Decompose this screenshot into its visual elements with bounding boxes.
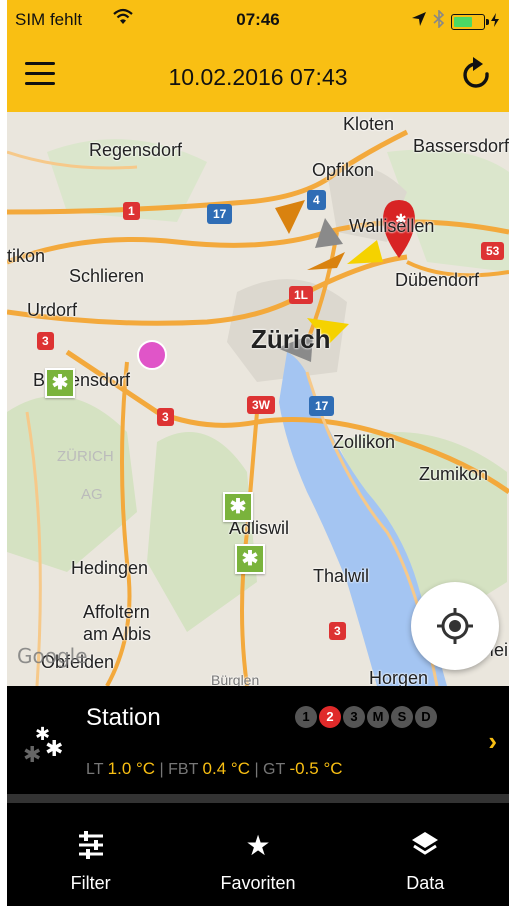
gt-label: GT	[263, 761, 285, 778]
level-badge: 3	[343, 706, 365, 728]
level-badge: 1	[295, 706, 317, 728]
crosshair-icon	[437, 608, 473, 644]
map-place: Kloten	[343, 114, 395, 134]
svg-text:✱: ✱	[23, 743, 41, 768]
map-place: Bürglen	[211, 672, 260, 686]
level-badge: D	[415, 706, 437, 728]
map-place: Bassersdorf	[413, 136, 509, 156]
tab-favoriten[interactable]: ★ Favoriten	[174, 803, 341, 906]
station-marker[interactable]: ✱	[223, 492, 253, 522]
map-place: ZÜRICH	[57, 448, 114, 465]
level-badge: M	[367, 706, 389, 728]
map-place: Horgen	[369, 668, 429, 686]
status-right	[411, 9, 499, 33]
station-marker[interactable]: ✱	[45, 368, 75, 398]
google-attribution: Google	[17, 644, 88, 668]
road-shield: 17	[309, 396, 335, 416]
fbt-value: 0.4 °C	[202, 759, 250, 778]
tab-bar: Filter ★ Favoriten Data	[7, 803, 509, 906]
panel-divider	[7, 794, 509, 803]
star-icon: ★	[245, 829, 271, 861]
refresh-button[interactable]	[459, 56, 495, 96]
map-place: Opfikon	[312, 160, 375, 180]
locate-me-button[interactable]	[411, 582, 499, 670]
fbt-label: FBT	[168, 761, 199, 778]
road-shield: 17	[207, 204, 233, 224]
map-place: Zollikon	[333, 432, 396, 452]
map-place: AG	[81, 486, 103, 503]
separator: |	[159, 761, 164, 778]
lt-label: LT	[86, 761, 104, 778]
road-shield: 3	[329, 622, 346, 640]
map-place: Urdorf	[27, 300, 78, 320]
map-place: Wallisellen	[349, 216, 435, 236]
station-panel[interactable]: ✱ ✱ ✱ Station 1 2 3 M S D › LT 1.0 °C | …	[7, 686, 509, 794]
status-bar: SIM fehlt 07:46	[7, 0, 509, 40]
tab-filter[interactable]: Filter	[7, 803, 174, 906]
map-place: Hedingen	[71, 558, 149, 578]
gt-value: -0.5 °C	[289, 759, 343, 778]
map-place: am Albis	[83, 624, 152, 644]
nav-bar: 10.02.2016 07:43	[7, 40, 509, 112]
station-measurements: LT 1.0 °C | FBT 0.4 °C | GT -0.5 °C	[86, 759, 343, 779]
level-badge: S	[391, 706, 413, 728]
layers-icon	[342, 823, 509, 867]
road-shield: 53	[481, 242, 505, 260]
header: SIM fehlt 07:46 10.02.2016 07:43	[7, 0, 509, 112]
warning-levels: 1 2 3 M S D	[295, 706, 437, 728]
sliders-icon	[7, 823, 174, 867]
map-place: Affoltern	[83, 602, 150, 622]
map-place: Regensdorf	[89, 140, 183, 160]
map-place: tikon	[7, 246, 46, 266]
bluetooth-icon	[433, 9, 445, 33]
road-shield: 3	[157, 408, 174, 426]
station-marker-dot[interactable]	[137, 340, 167, 370]
map-place: Zürich	[251, 324, 331, 354]
refresh-icon	[463, 57, 489, 88]
snowflake-icon: ✱ ✱ ✱	[19, 716, 75, 772]
tab-label: Filter	[70, 873, 111, 893]
app-root: SIM fehlt 07:46 10.02.2016 07:43 ✱ Klote…	[7, 0, 509, 906]
location-arrow-icon	[411, 11, 427, 32]
tab-data[interactable]: Data	[342, 803, 509, 906]
battery-icon	[451, 13, 489, 30]
road-shield: 1	[123, 202, 140, 220]
station-marker[interactable]: ✱	[235, 544, 265, 574]
map-place: Dübendorf	[395, 270, 480, 290]
charging-icon	[491, 12, 499, 32]
map-place: Schlieren	[69, 266, 145, 286]
svg-text:✱: ✱	[45, 737, 63, 762]
level-badge-active: 2	[319, 706, 341, 728]
road-shield: 1L	[289, 286, 314, 304]
map-place: Thalwil	[313, 566, 370, 586]
chevron-right-icon[interactable]: ›	[488, 726, 497, 757]
map-place: Zumikon	[419, 464, 489, 484]
lt-value: 1.0 °C	[107, 759, 156, 778]
station-name: Station	[86, 704, 161, 731]
map-view[interactable]: ✱ Kloten Regensdorf Bassersdorf Opfikon …	[7, 112, 509, 686]
road-shield: 3W	[247, 396, 275, 414]
road-shield: 3	[37, 332, 54, 350]
road-shield: 4	[307, 190, 326, 210]
page-title: 10.02.2016 07:43	[168, 64, 348, 90]
tab-label: Data	[406, 873, 445, 893]
tab-label: Favoriten	[220, 873, 296, 893]
separator: |	[254, 761, 259, 778]
